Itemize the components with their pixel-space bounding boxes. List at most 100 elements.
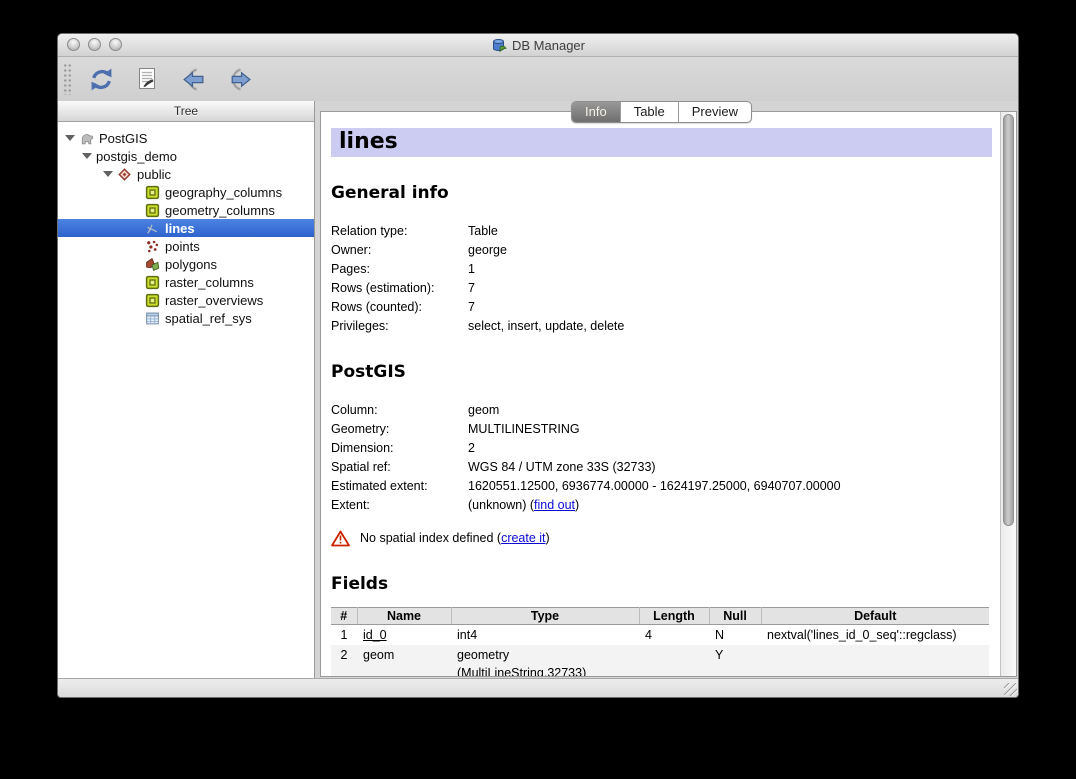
- database-icon: [491, 37, 507, 53]
- kv-label: Rows (counted):: [331, 298, 468, 317]
- window-title-text: DB Manager: [512, 38, 585, 53]
- create-it-link[interactable]: create it: [501, 531, 545, 545]
- schema-icon: [117, 167, 132, 182]
- tab-table[interactable]: Table: [621, 102, 679, 122]
- tree-item-raster-overviews[interactable]: raster_overviews: [58, 291, 314, 309]
- info-view: lines General info Relation type:Table O…: [320, 111, 1017, 677]
- toolbar: [58, 57, 1018, 102]
- kv-value-extent: (unknown) (find out): [468, 496, 994, 515]
- kv-label: Spatial ref:: [331, 458, 468, 477]
- field-row: 2 geom geometry (MultiLineString,32733) …: [331, 645, 989, 676]
- tree-item-points[interactable]: points: [58, 237, 314, 255]
- warning-icon: [331, 530, 350, 547]
- kv-value: MULTILINESTRING: [468, 420, 994, 439]
- close-button[interactable]: [67, 38, 80, 51]
- resize-grip-icon[interactable]: [1004, 683, 1017, 696]
- warning-pre-text: No spatial index defined (: [360, 531, 501, 545]
- warning-suffix-text: ): [546, 531, 550, 545]
- field-name: geom: [357, 645, 451, 676]
- fields-heading: Fields: [331, 574, 994, 594]
- tab-label: Table: [634, 104, 665, 119]
- kv-label: Relation type:: [331, 222, 468, 241]
- export-layer-button[interactable]: [222, 62, 256, 96]
- db-manager-window: DB Manager: [57, 33, 1019, 698]
- general-info-table: Relation type:Table Owner:george Pages:1…: [331, 222, 994, 336]
- vertical-scrollbar[interactable]: [1000, 112, 1016, 676]
- status-bar: [58, 678, 1018, 697]
- field-row: 1 id_0 int4 4 N nextval('lines_id_0_seq'…: [331, 625, 989, 646]
- chevron-expanded-icon[interactable]: [65, 135, 75, 141]
- minimize-button[interactable]: [88, 38, 101, 51]
- tree-item-label: geometry_columns: [165, 203, 275, 218]
- chevron-expanded-icon[interactable]: [103, 171, 113, 177]
- postgis-elephant-icon: [79, 131, 94, 146]
- tree-item-geometry-columns[interactable]: geometry_columns: [58, 201, 314, 219]
- tree-item-label: polygons: [165, 257, 217, 272]
- field-num: 2: [331, 645, 357, 676]
- tree-item-postgis-demo[interactable]: postgis_demo: [58, 147, 314, 165]
- field-null: Y: [709, 645, 761, 676]
- kv-label: Rows (estimation):: [331, 279, 468, 298]
- tree-item-label: lines: [165, 221, 195, 236]
- col-length: Length: [639, 608, 709, 625]
- tree-panel-header: Tree: [58, 101, 314, 122]
- refresh-button[interactable]: [84, 62, 118, 96]
- tree-item-raster-columns[interactable]: raster_columns: [58, 273, 314, 291]
- chevron-expanded-icon[interactable]: [82, 153, 92, 159]
- spatial-index-warning: No spatial index defined (create it): [331, 528, 994, 548]
- find-out-link[interactable]: find out: [534, 498, 575, 512]
- table-title-band: lines: [331, 128, 992, 157]
- tree-item-lines[interactable]: lines: [58, 219, 314, 237]
- tree-item-spatial-ref-sys[interactable]: spatial_ref_sys: [58, 309, 314, 327]
- tree-item-label: geography_columns: [165, 185, 282, 200]
- toolbar-drag-handle[interactable]: [63, 63, 72, 95]
- lines-layer-icon: [145, 221, 160, 236]
- tree-item-postgis[interactable]: PostGIS: [58, 129, 314, 147]
- field-length: [639, 645, 709, 676]
- sql-window-button[interactable]: [130, 62, 164, 96]
- warning-text: No spatial index defined (create it): [360, 528, 550, 548]
- tree-item-label: points: [165, 239, 200, 254]
- kv-value: WGS 84 / UTM zone 33S (32733): [468, 458, 994, 477]
- tree-item-geography-columns[interactable]: geography_columns: [58, 183, 314, 201]
- extent-pre-text: (unknown) (: [468, 498, 534, 512]
- col-type: Type: [451, 608, 639, 625]
- tree-item-label: PostGIS: [99, 131, 147, 146]
- tab-info[interactable]: Info: [572, 102, 621, 122]
- field-default: [761, 645, 989, 676]
- tree-item-label: postgis_demo: [96, 149, 177, 164]
- general-info-heading: General info: [331, 183, 994, 203]
- tab-preview[interactable]: Preview: [679, 102, 751, 122]
- kv-value: 1: [468, 260, 994, 279]
- kv-label: Geometry:: [331, 420, 468, 439]
- kv-label: Estimated extent:: [331, 477, 468, 496]
- kv-value: Table: [468, 222, 994, 241]
- import-layer-button[interactable]: [176, 62, 210, 96]
- zoom-button[interactable]: [109, 38, 122, 51]
- window-title: DB Manager: [491, 37, 585, 53]
- title-bar[interactable]: DB Manager: [58, 34, 1018, 57]
- field-name: id_0: [357, 625, 451, 646]
- col-name: Name: [357, 608, 451, 625]
- field-null: N: [709, 625, 761, 646]
- tree-item-label: raster_overviews: [165, 293, 263, 308]
- polygons-layer-icon: [145, 257, 160, 272]
- scrollbar-thumb[interactable]: [1003, 114, 1014, 526]
- field-default: nextval('lines_id_0_seq'::regclass): [761, 625, 989, 646]
- refresh-icon: [88, 66, 115, 93]
- kv-value: select, insert, update, delete: [468, 317, 994, 336]
- kv-label: Privileges:: [331, 317, 468, 336]
- field-num: 1: [331, 625, 357, 646]
- tree-item-polygons[interactable]: polygons: [58, 255, 314, 273]
- tab-bar: Info Table Preview: [571, 101, 752, 123]
- kv-value: 7: [468, 298, 994, 317]
- table-layer-icon: [145, 293, 160, 308]
- content-area: Tree PostGIS postgis_demo: [58, 101, 1018, 679]
- tree-item-public[interactable]: public: [58, 165, 314, 183]
- tree-panel-title: Tree: [174, 104, 198, 118]
- kv-label: Extent:: [331, 496, 468, 515]
- tab-label: Preview: [692, 104, 738, 119]
- tree-panel: Tree PostGIS postgis_demo: [58, 101, 315, 679]
- page-title: lines: [339, 129, 984, 154]
- export-layer-icon: [226, 66, 253, 93]
